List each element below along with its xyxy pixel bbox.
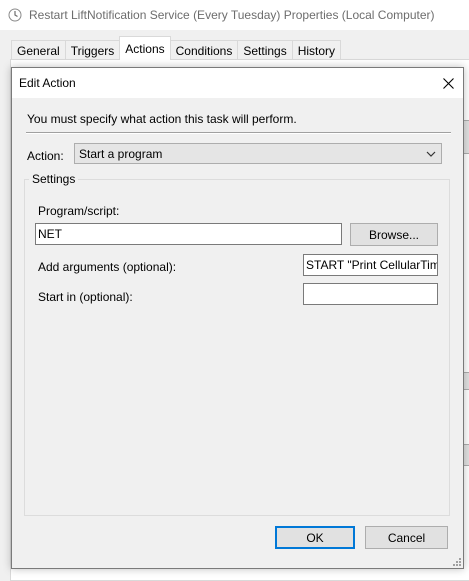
tab-label: History	[297, 43, 336, 58]
tab-settings[interactable]: Settings	[237, 40, 293, 60]
dialog-title: Edit Action	[19, 76, 76, 90]
program-script-input[interactable]: NET	[35, 223, 342, 245]
settings-group-label: Settings	[29, 172, 79, 186]
parent-title-bar: Restart LiftNotification Service (Every …	[0, 0, 469, 30]
tab-general[interactable]: General	[11, 40, 66, 60]
ok-button[interactable]: OK	[275, 526, 355, 549]
tab-history[interactable]: History	[291, 40, 342, 60]
tab-label: Triggers	[70, 43, 115, 58]
close-icon	[442, 77, 454, 89]
tab-label: General	[17, 43, 60, 58]
add-arguments-label: Add arguments (optional):	[38, 260, 177, 274]
action-label: Action:	[27, 149, 64, 163]
resize-grip-icon[interactable]	[450, 555, 462, 567]
edit-action-dialog: Edit Action You must specify what action…	[11, 67, 464, 569]
chevron-down-icon	[426, 151, 436, 157]
instruction-text: You must specify what action this task w…	[27, 112, 297, 126]
dialog-title-bar: Edit Action	[12, 68, 463, 98]
tab-label: Settings	[243, 43, 287, 58]
program-script-label: Program/script:	[38, 204, 120, 218]
parent-window-title: Restart LiftNotification Service (Every …	[29, 8, 435, 22]
start-in-input[interactable]	[303, 283, 438, 305]
divider	[26, 132, 451, 134]
start-in-label: Start in (optional):	[38, 290, 133, 304]
tab-strip: General Triggers Actions Conditions Sett…	[11, 36, 342, 60]
tab-actions[interactable]: Actions	[119, 36, 171, 60]
tab-triggers[interactable]: Triggers	[64, 40, 121, 60]
cancel-button-label: Cancel	[387, 530, 426, 545]
tab-label: Actions	[125, 41, 165, 56]
close-button[interactable]	[433, 68, 463, 98]
tab-conditions[interactable]: Conditions	[169, 40, 239, 60]
ok-button-label: OK	[306, 530, 324, 545]
add-arguments-input[interactable]: START "Print CellularTim	[303, 254, 438, 276]
action-selected-value: Start a program	[79, 146, 163, 161]
browse-button[interactable]: Browse...	[350, 223, 438, 246]
browse-button-label: Browse...	[368, 227, 419, 242]
cancel-button[interactable]: Cancel	[365, 526, 448, 549]
action-select[interactable]: Start a program	[74, 143, 442, 164]
task-clock-icon	[8, 8, 22, 22]
tab-label: Conditions	[175, 43, 233, 58]
